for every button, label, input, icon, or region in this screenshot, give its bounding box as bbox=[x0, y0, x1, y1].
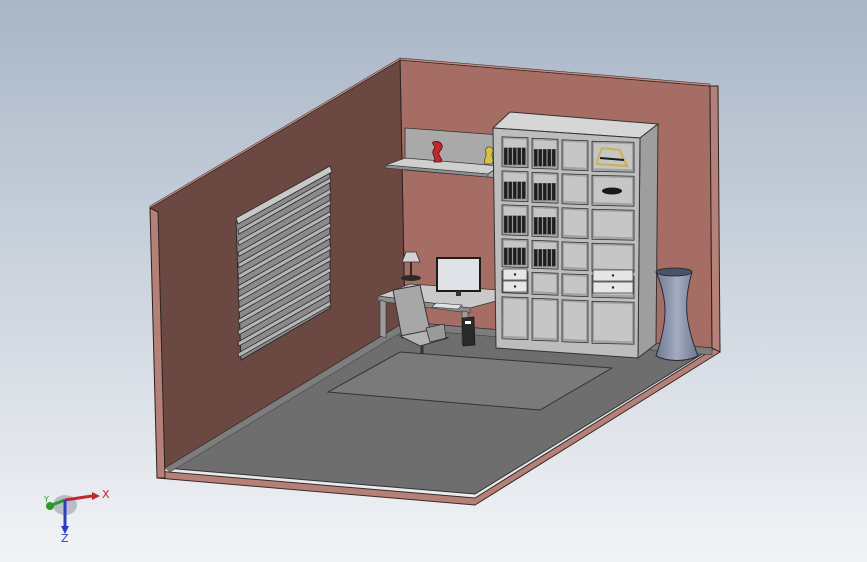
book bbox=[533, 249, 538, 267]
book bbox=[551, 249, 556, 267]
cubby-inner bbox=[504, 298, 526, 337]
cubby-inner bbox=[564, 301, 586, 340]
book bbox=[521, 247, 526, 265]
x-axis-head bbox=[92, 492, 100, 500]
book bbox=[503, 181, 508, 199]
book bbox=[547, 249, 552, 267]
book bbox=[538, 183, 543, 201]
book bbox=[503, 247, 508, 265]
book bbox=[542, 249, 547, 267]
drawer-knob bbox=[513, 285, 517, 288]
monitor[interactable] bbox=[436, 257, 481, 296]
book bbox=[538, 249, 543, 267]
y-axis-label: Y bbox=[43, 495, 49, 504]
cubby-inner bbox=[534, 274, 556, 293]
book bbox=[542, 183, 547, 201]
cubby-inner bbox=[564, 275, 586, 294]
cubby-inner bbox=[594, 211, 632, 238]
book bbox=[547, 217, 552, 235]
book bbox=[547, 149, 552, 167]
book bbox=[533, 149, 538, 167]
graphics-viewport[interactable]: X Y Z bbox=[0, 0, 867, 562]
book bbox=[512, 215, 517, 233]
drawer-knob bbox=[611, 286, 615, 289]
cubby-inner bbox=[594, 245, 632, 270]
dark-object[interactable] bbox=[602, 187, 622, 195]
book bbox=[521, 215, 526, 233]
book bbox=[521, 181, 526, 199]
book bbox=[551, 183, 556, 201]
pc-tower-light bbox=[465, 321, 471, 324]
book bbox=[538, 217, 543, 235]
yellow-vase[interactable] bbox=[484, 146, 494, 165]
drawer-knob bbox=[611, 274, 615, 277]
book bbox=[542, 149, 547, 167]
cubby-inner bbox=[534, 300, 556, 339]
floor-vase-opening bbox=[655, 267, 693, 277]
x-axis-label: X bbox=[102, 488, 110, 501]
cubby-inner bbox=[594, 303, 632, 342]
book bbox=[547, 183, 552, 201]
model-scene[interactable] bbox=[0, 0, 867, 562]
cubby-inner bbox=[564, 209, 586, 236]
book bbox=[551, 149, 556, 167]
book bbox=[521, 147, 526, 165]
book bbox=[542, 217, 547, 235]
book bbox=[533, 183, 538, 201]
drawer-knob bbox=[513, 273, 517, 276]
back-wall-edge bbox=[709, 85, 721, 353]
bookcase[interactable] bbox=[491, 111, 660, 360]
book bbox=[508, 215, 513, 233]
desk-left-leg bbox=[379, 299, 387, 339]
book bbox=[517, 181, 522, 199]
book bbox=[538, 149, 543, 167]
book bbox=[512, 247, 517, 265]
book bbox=[512, 147, 517, 165]
book bbox=[508, 247, 513, 265]
book bbox=[517, 215, 522, 233]
view-triad[interactable]: X Y Z bbox=[30, 480, 120, 550]
book bbox=[503, 147, 508, 165]
book bbox=[508, 181, 513, 199]
monitor-stand bbox=[456, 291, 461, 296]
book bbox=[503, 215, 508, 233]
book bbox=[517, 147, 522, 165]
monitor-screen bbox=[436, 257, 481, 292]
book bbox=[512, 181, 517, 199]
bookcase-side bbox=[637, 122, 659, 360]
cubby-inner bbox=[564, 141, 586, 168]
pc-tower[interactable] bbox=[461, 316, 476, 347]
book bbox=[508, 147, 513, 165]
book bbox=[533, 217, 538, 235]
cubby-inner bbox=[564, 175, 586, 202]
book bbox=[551, 217, 556, 235]
z-axis-label: Z bbox=[61, 532, 69, 545]
book bbox=[517, 247, 522, 265]
cubby-inner bbox=[564, 243, 586, 268]
